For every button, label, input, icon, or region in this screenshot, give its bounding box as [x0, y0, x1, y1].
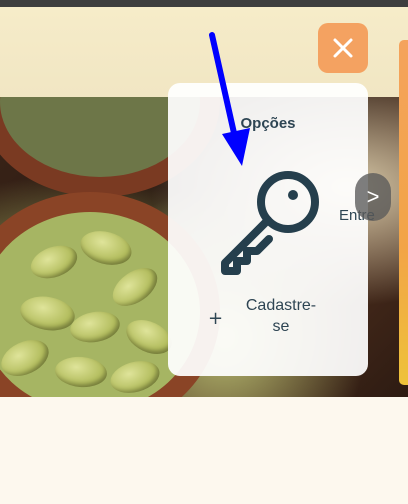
scrollbar[interactable]	[399, 40, 408, 385]
key-icon[interactable]	[213, 167, 323, 277]
close-icon	[333, 38, 353, 58]
page-background	[0, 397, 408, 504]
carousel-next-button[interactable]: >	[355, 173, 391, 221]
close-button[interactable]	[318, 23, 368, 73]
menu-title: Opções	[240, 115, 296, 132]
arrow-down-icon	[209, 32, 250, 166]
signup-link[interactable]: Cadastre-se	[240, 295, 322, 337]
options-menu: Opções + Cadastre-se	[168, 83, 368, 376]
plus-icon[interactable]: +	[208, 308, 223, 329]
page: Opções + Cadastre-se Entre >	[0, 0, 408, 504]
top-bar	[0, 0, 408, 7]
